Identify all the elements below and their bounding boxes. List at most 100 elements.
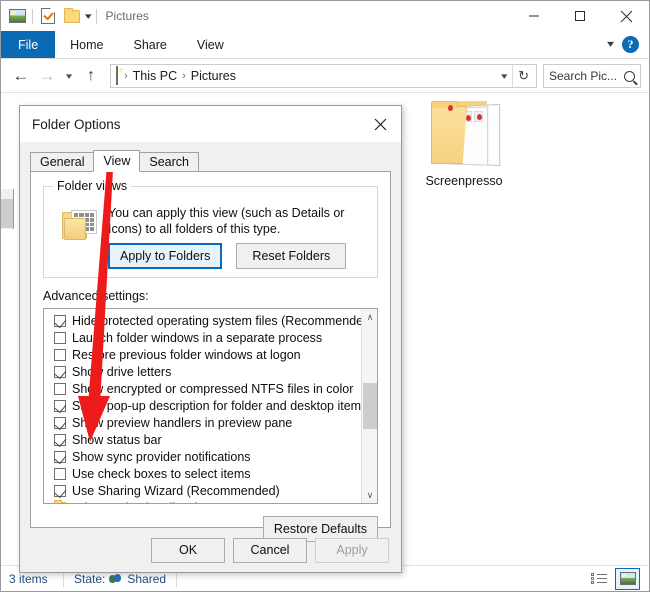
status-state-label: State: — [74, 572, 105, 586]
ribbon-tab-view[interactable]: View — [182, 31, 239, 58]
advanced-settings-label: Advanced settings: — [43, 289, 149, 303]
setting-checkbox[interactable] — [54, 400, 66, 412]
search-icon[interactable] — [624, 71, 635, 82]
status-state-value: Shared — [127, 572, 166, 586]
folder-views-group: Folder views You can apply this view (su… — [43, 186, 378, 278]
setting-label: Show drive letters — [72, 365, 171, 379]
breadcrumb-item-this-pc[interactable]: This PC — [130, 69, 180, 83]
advanced-setting-row[interactable]: Restore previous folder windows at logon — [48, 346, 361, 363]
ok-button[interactable]: OK — [151, 538, 225, 563]
setting-label: Launch folder windows in a separate proc… — [72, 331, 322, 345]
details-view-icon — [591, 573, 607, 585]
window-controls — [511, 1, 649, 31]
ribbon-tab-file[interactable]: File — [1, 31, 55, 58]
minimize-button[interactable] — [511, 1, 557, 31]
setting-label: Show pop-up description for folder and d… — [72, 399, 361, 413]
search-input-value: Search Pic... — [549, 69, 624, 83]
dialog-close-button[interactable] — [359, 107, 401, 141]
tab-general[interactable]: General — [30, 152, 94, 172]
setting-label: Show sync provider notifications — [72, 450, 251, 464]
list-item[interactable]: Screenpresso — [417, 97, 511, 188]
advanced-setting-row[interactable]: Use Sharing Wizard (Recommended) — [48, 482, 361, 499]
window-titlebar: ▾ Pictures — [1, 1, 649, 31]
advanced-setting-row[interactable]: Show pop-up description for folder and d… — [48, 397, 361, 414]
ribbon-tab-home[interactable]: Home — [55, 31, 118, 58]
scroll-thumb[interactable] — [363, 383, 377, 429]
advanced-setting-row[interactable]: Show sync provider notifications — [48, 448, 361, 465]
qat-separator-1 — [32, 9, 33, 24]
expand-ribbon-chevron-icon[interactable]: ▾ — [607, 39, 614, 50]
pictures-breadcrumb-icon — [116, 67, 118, 85]
advanced-setting-row[interactable]: When typing into list view — [48, 499, 361, 503]
setting-checkbox[interactable] — [54, 434, 66, 446]
setting-label: Restore previous folder windows at logon — [72, 348, 301, 362]
navigation-pane-scrollbar[interactable] — [1, 189, 14, 229]
folder-views-legend: Folder views — [53, 179, 131, 193]
new-folder-icon[interactable] — [62, 7, 81, 26]
setting-label: Use Sharing Wizard (Recommended) — [72, 484, 280, 498]
setting-label: Hide protected operating system files (R… — [72, 314, 361, 328]
setting-label: Show encrypted or compressed NTFS files … — [72, 382, 353, 396]
cancel-button[interactable]: Cancel — [233, 538, 307, 563]
advanced-setting-row[interactable]: Show status bar — [48, 431, 361, 448]
dialog-footer: OK Cancel Apply — [20, 528, 401, 572]
close-button[interactable] — [603, 1, 649, 31]
setting-checkbox[interactable] — [54, 417, 66, 429]
details-view-button[interactable] — [586, 568, 611, 590]
up-button[interactable]: ↑ — [78, 63, 104, 89]
help-icon[interactable]: ? — [622, 36, 639, 53]
scroll-up-icon[interactable]: ∧ — [362, 309, 378, 325]
customize-chevron-icon[interactable]: ▾ — [85, 12, 92, 21]
apply-to-folders-button[interactable]: Apply to Folders — [108, 243, 222, 269]
setting-label: Use check boxes to select items — [72, 467, 251, 481]
large-icons-view-button[interactable] — [615, 568, 640, 590]
setting-checkbox[interactable] — [54, 468, 66, 480]
breadcrumb-item-pictures[interactable]: Pictures — [188, 69, 239, 83]
setting-checkbox[interactable] — [54, 332, 66, 344]
advanced-settings-items: Hide protected operating system files (R… — [44, 309, 361, 503]
search-input[interactable]: Search Pic... — [543, 64, 641, 88]
ribbon-tab-share[interactable]: Share — [119, 31, 182, 58]
address-bar: ← → ▾ ↑ › This PC › Pictures ▾ ↻ Search … — [1, 60, 649, 92]
breadcrumb[interactable]: › This PC › Pictures ▾ ↻ — [110, 64, 537, 88]
setting-checkbox[interactable] — [54, 383, 66, 395]
advanced-setting-row[interactable]: Launch folder windows in a separate proc… — [48, 329, 361, 346]
setting-label: When typing into list view — [73, 501, 213, 504]
tab-view[interactable]: View — [93, 150, 140, 172]
setting-checkbox[interactable] — [54, 485, 66, 497]
setting-checkbox[interactable] — [54, 451, 66, 463]
advanced-setting-row[interactable]: Show encrypted or compressed NTFS files … — [48, 380, 361, 397]
setting-folder-icon — [54, 502, 67, 503]
navigation-pane-scroll-thumb[interactable] — [1, 199, 13, 228]
status-item-count: 3 items — [1, 572, 63, 586]
tab-search[interactable]: Search — [139, 152, 199, 172]
folder-options-dialog: Folder Options General View Search Folde… — [19, 105, 402, 573]
advanced-setting-row[interactable]: Show preview handlers in preview pane — [48, 414, 361, 431]
qat-separator-2 — [96, 9, 97, 24]
setting-checkbox[interactable] — [54, 315, 66, 327]
advanced-setting-row[interactable]: Show drive letters — [48, 363, 361, 380]
advanced-settings-list[interactable]: Hide protected operating system files (R… — [43, 308, 378, 504]
dialog-tabstrip: General View Search — [30, 150, 391, 172]
breadcrumb-separator-1: › — [122, 70, 130, 82]
advanced-settings-scrollbar[interactable]: ∧ ∨ — [361, 309, 377, 503]
dialog-body: General View Search Folder views You can… — [20, 142, 401, 572]
apply-button: Apply — [315, 538, 389, 563]
view-toggle-group — [586, 568, 649, 590]
back-button[interactable]: ← — [8, 63, 34, 89]
setting-checkbox[interactable] — [54, 349, 66, 361]
reset-folders-button[interactable]: Reset Folders — [236, 243, 346, 269]
maximize-button[interactable] — [557, 1, 603, 31]
scroll-down-icon[interactable]: ∨ — [362, 487, 378, 503]
pictures-icon[interactable] — [8, 7, 27, 26]
properties-icon[interactable] — [38, 7, 57, 26]
folder-views-buttons: Apply to Folders Reset Folders — [108, 243, 346, 269]
recent-locations-icon[interactable]: ▾ — [56, 63, 81, 89]
advanced-setting-row[interactable]: Use check boxes to select items — [48, 465, 361, 482]
dialog-title: Folder Options — [20, 117, 121, 132]
list-item-label: Screenpresso — [425, 174, 502, 188]
setting-checkbox[interactable] — [54, 366, 66, 378]
advanced-setting-row[interactable]: Hide protected operating system files (R… — [48, 312, 361, 329]
breadcrumb-dropdown-icon[interactable]: ▾ — [492, 71, 515, 82]
setting-label: Show status bar — [72, 433, 162, 447]
